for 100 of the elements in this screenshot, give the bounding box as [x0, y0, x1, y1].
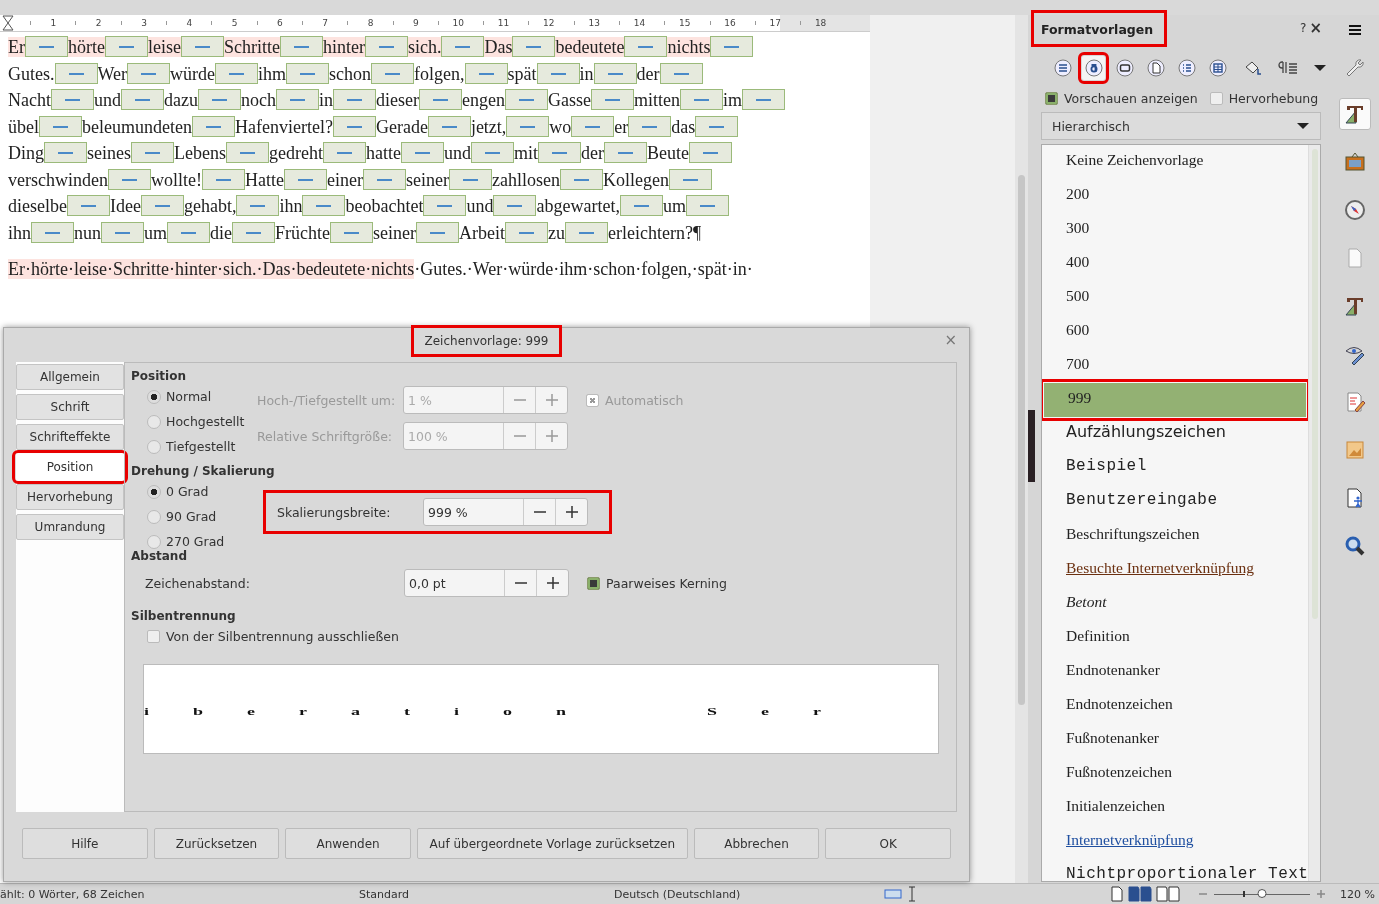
checkbox[interactable] — [587, 576, 600, 590]
spacer-mark — [127, 62, 171, 84]
style-list-item[interactable]: 400 — [1042, 247, 1309, 281]
document-word: jetzt, — [470, 116, 507, 137]
document-word: folgen, — [414, 63, 465, 84]
checkbox[interactable] — [1045, 92, 1058, 105]
style-list-item[interactable]: Endnotenanker — [1042, 655, 1309, 689]
dialog-button[interactable]: Anwenden — [285, 828, 411, 859]
book-view-icon[interactable] — [1156, 886, 1180, 902]
help-button[interactable]: ? — [1300, 21, 1307, 35]
sidebar-handle[interactable] — [1028, 410, 1035, 482]
style-list-item[interactable]: Betont — [1042, 587, 1309, 621]
style-list-item[interactable]: Endnotenzeichen — [1042, 689, 1309, 723]
radio-button[interactable]: Normal — [147, 389, 257, 404]
dialog-button[interactable]: Hilfe — [22, 828, 148, 859]
tab[interactable]: Umrandung — [16, 514, 124, 540]
spacer-mark — [427, 115, 471, 137]
style-list-item[interactable]: 600 — [1042, 315, 1309, 349]
menu-icon[interactable] — [1347, 24, 1362, 36]
new-style-icon[interactable] — [1277, 59, 1299, 77]
style-list-item[interactable]: Internetverknüpfung — [1042, 825, 1309, 859]
spacer-mark — [559, 168, 603, 190]
style-list-item[interactable]: Besuchte Internetverknüpfung — [1042, 553, 1309, 587]
radio-button[interactable]: 90 Grad — [147, 509, 257, 524]
style-list-item[interactable]: Fußnotenanker — [1042, 723, 1309, 757]
deck-button[interactable] — [1338, 98, 1371, 130]
spacer-mark — [659, 62, 703, 84]
spacer-mark — [365, 36, 408, 57]
spacer-mark — [51, 89, 94, 110]
zoom-level: 120 % — [1340, 887, 1375, 901]
style-list-item[interactable]: Aufzählungszeichen — [1042, 417, 1309, 451]
style-list-item[interactable]: Keine Zeichenvorlage — [1042, 145, 1309, 179]
scrollbar-thumb[interactable] — [1018, 175, 1025, 705]
spotlight-checkbox[interactable]: Hervorhebung — [1209, 91, 1319, 106]
document-word: hörte — [68, 37, 105, 57]
style-list-item[interactable]: Beispiel — [1042, 451, 1309, 485]
slider-thumb[interactable] — [1257, 889, 1267, 898]
document-text: ·Gutes.·Wer·würde·ihm·schon·folgen,·spät·in· — [414, 259, 753, 279]
spin-field[interactable]: 999 % — [423, 498, 588, 526]
document-word: dieser — [376, 90, 419, 110]
list-button[interactable] — [1175, 56, 1198, 80]
paragraph-styles-button[interactable] — [1051, 56, 1074, 80]
spacer-mark — [593, 62, 637, 84]
spacer-mark — [333, 89, 376, 110]
spacer-mark — [441, 36, 485, 57]
radio-circle[interactable] — [147, 414, 161, 429]
checkbox[interactable] — [1209, 92, 1223, 105]
radio-button[interactable]: 0 Grad — [147, 484, 257, 499]
tab[interactable]: Hervorhebung — [16, 484, 124, 510]
field-label: Zeichenabstand: — [145, 575, 251, 591]
tab[interactable]: Schrift — [16, 394, 124, 420]
radio-circle[interactable] — [147, 439, 161, 454]
spin-field[interactable]: 0,0 pt — [404, 569, 569, 597]
single-page-view-icon[interactable] — [1110, 886, 1124, 902]
document-word: einer — [326, 169, 363, 190]
scrollbar-thumb[interactable] — [1312, 149, 1319, 619]
radio-circle[interactable] — [147, 534, 161, 549]
radio-circle[interactable] — [147, 509, 161, 524]
dialog-button[interactable]: Auf übergeordnete Vorlage zurücksetzen — [416, 828, 688, 859]
multi-page-view-icon[interactable] — [1128, 886, 1152, 902]
spacer-mark — [181, 36, 224, 57]
document-word: Beute — [646, 143, 689, 163]
fill-format-icon[interactable] — [1243, 59, 1263, 77]
style-list-item[interactable]: Nichtproportionaler Text — [1042, 859, 1309, 881]
style-list-item[interactable]: Beschriftungszeichen — [1042, 519, 1309, 553]
checkbox[interactable] — [147, 630, 160, 643]
style-list-item[interactable]: Initialenzeichen — [1042, 791, 1309, 825]
spacer-mark — [31, 221, 74, 243]
dialog-button[interactable]: OK — [825, 828, 951, 859]
checkbox-label: Automatisch — [605, 393, 684, 408]
tab[interactable]: Allgemein — [16, 364, 124, 390]
radio-circle[interactable] — [147, 484, 161, 499]
page-button[interactable] — [1144, 56, 1167, 80]
radio-button[interactable]: 270 Grad — [147, 534, 257, 549]
style-list-item[interactable]: Definition — [1042, 621, 1309, 655]
ruler-number: 1 — [50, 18, 57, 28]
document-word: Hafenviertel? — [234, 116, 333, 137]
dialog-button[interactable]: Zurücksetzen — [153, 828, 280, 859]
style-list-item[interactable]: 200 — [1042, 179, 1309, 213]
table-button[interactable] — [1206, 56, 1229, 80]
style-list-item[interactable]: 500 — [1042, 281, 1309, 315]
radio-circle[interactable] — [147, 389, 161, 404]
style-list-item[interactable]: 300 — [1042, 213, 1309, 247]
document-word: gedreht — [269, 143, 323, 163]
filter-dropdown[interactable]: Hierarchisch — [1041, 112, 1321, 140]
document-word: Schritte — [224, 37, 280, 57]
document-word: und — [443, 143, 471, 163]
spacer-mark — [400, 142, 444, 163]
document-word: beobachtet — [345, 196, 424, 216]
style-list-item[interactable]: Fußnotenzeichen — [1042, 757, 1309, 791]
tab[interactable]: Schrifteffekte — [16, 424, 124, 450]
dropdown-arrow-icon[interactable] — [1313, 63, 1327, 73]
radio-button[interactable]: Hochgestellt — [147, 414, 257, 429]
frame-button[interactable] — [1113, 56, 1136, 80]
close-button[interactable]: × — [1309, 19, 1322, 37]
hyphenation-checkbox[interactable]: Von der Silbentrennung ausschließen — [147, 629, 939, 644]
dialog-button[interactable]: Abbrechen — [693, 828, 820, 859]
radio-button[interactable]: Tiefgestellt — [147, 439, 257, 454]
style-list-item[interactable]: Benutzereingabe — [1042, 485, 1309, 519]
style-list-item[interactable]: 700 — [1042, 349, 1309, 383]
